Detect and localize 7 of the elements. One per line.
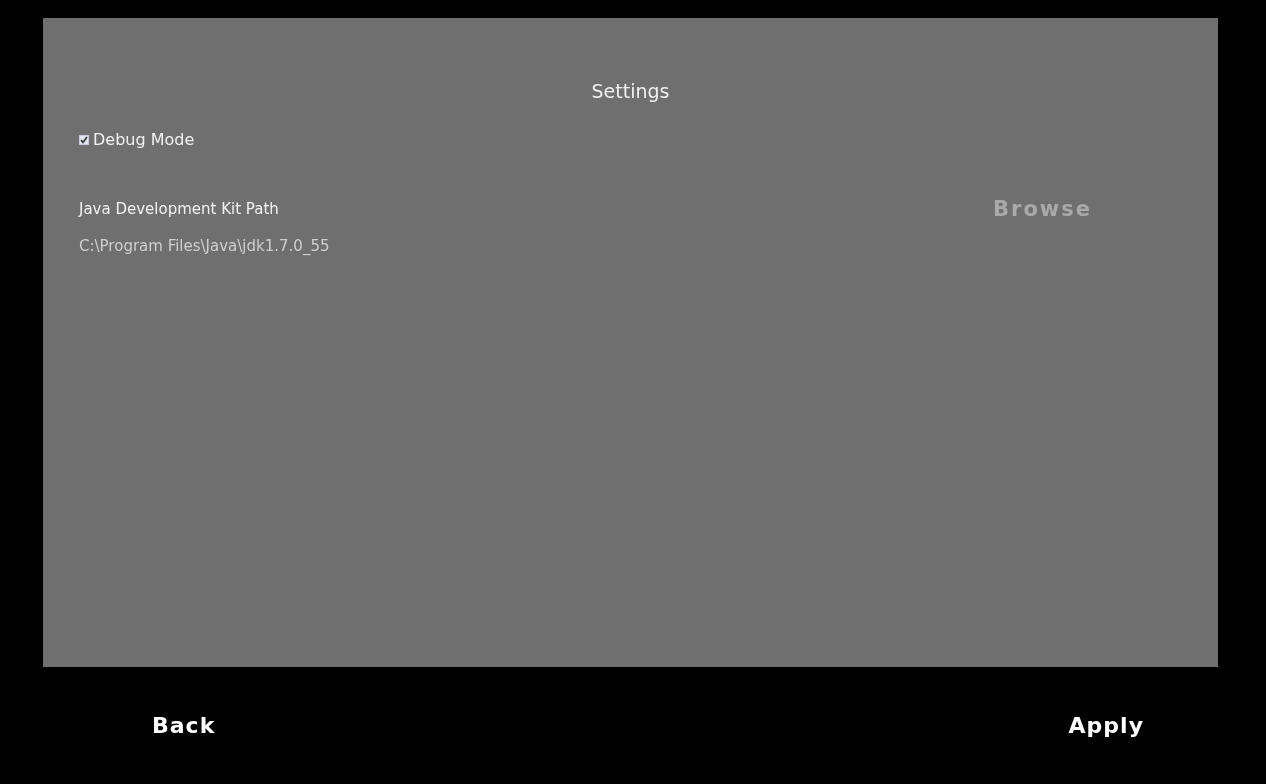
apply-button[interactable]: Apply (1068, 713, 1144, 738)
debug-checkbox[interactable] (79, 134, 89, 145)
back-button[interactable]: Back (152, 713, 216, 738)
jdk-path-value: C:\Program Files\Java\jdk1.7.0_55 (79, 237, 331, 255)
jdk-path-label: Java Development Kit Path (79, 200, 279, 218)
checkbox-label: Debug Mode (93, 130, 195, 149)
settings-title: Settings (591, 80, 670, 102)
